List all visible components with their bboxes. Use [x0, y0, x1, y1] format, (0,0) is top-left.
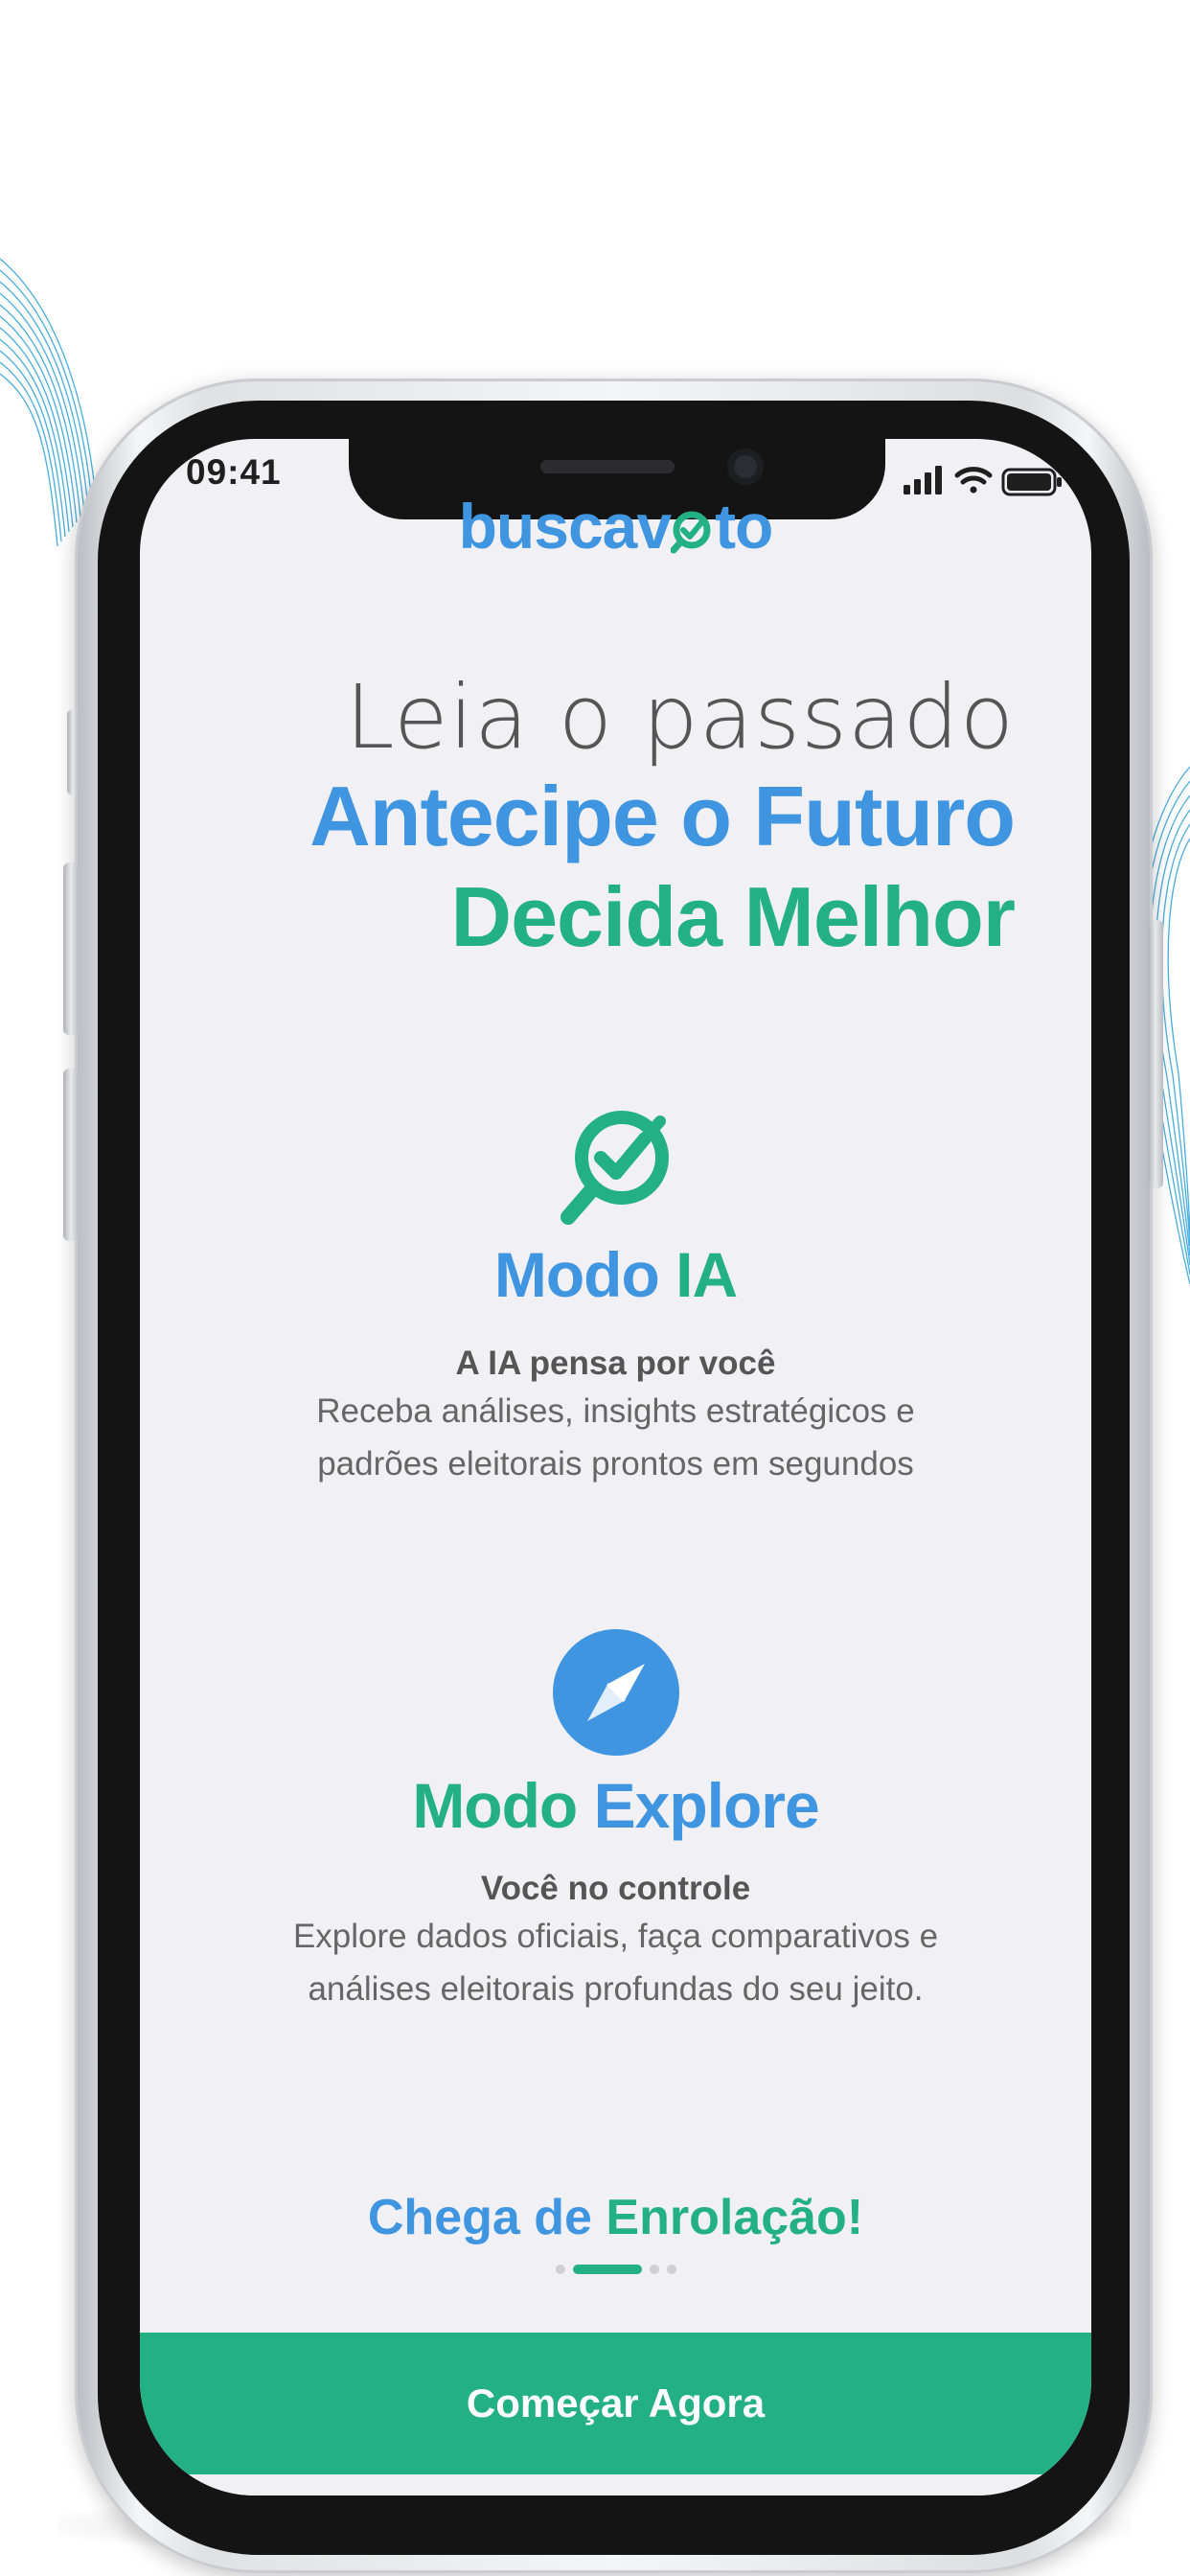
- mode-explore-description-line-1: Explore dados oficiais, faça comparativo…: [292, 1918, 939, 1955]
- phone-power-button: [1148, 920, 1163, 1188]
- hero-line-3: Decida Melhor: [450, 869, 1016, 964]
- hero-line-2: Antecipe o Futuro: [309, 769, 1016, 863]
- mode-explore-description-line-2: análises eleitorais profundas do seu jei…: [308, 1970, 924, 2008]
- mode-explore-section: Modo Explore Você no controle Explore da…: [140, 1627, 1091, 2015]
- phone-volume-down-button: [63, 1069, 79, 1241]
- compass-icon: [552, 1629, 679, 1756]
- tagline-part-1: Chega de: [367, 2190, 592, 2245]
- hero-line-1: Leia o passado: [345, 666, 1015, 769]
- page-dot[interactable]: [666, 2265, 676, 2274]
- mode-explore-title-word2: Explore: [593, 1770, 820, 1841]
- page-dot[interactable]: [649, 2265, 659, 2274]
- phone-volume-up-button: [63, 862, 79, 1035]
- status-icons: [904, 466, 1062, 496]
- tagline: Chega de Enrolação!: [140, 2193, 1091, 2242]
- phone-mute-switch: [67, 709, 79, 795]
- mode-ia-title-word1: Modo: [493, 1239, 660, 1310]
- status-time: 09:41: [186, 452, 282, 492]
- page-dot[interactable]: [555, 2265, 565, 2274]
- mode-ia-subtitle: A IA pensa por você: [455, 1345, 776, 1382]
- tagline-part-2: Enrolação!: [606, 2190, 864, 2245]
- front-camera: [727, 448, 764, 485]
- search-check-icon: [560, 1111, 669, 1225]
- mode-ia-title: Modo IA: [140, 1243, 1091, 1306]
- mode-explore-subtitle: Você no controle: [480, 1870, 751, 1907]
- mode-explore-title-word1: Modo: [412, 1770, 578, 1841]
- page-indicator: [140, 2263, 1091, 2276]
- logo-text-end: to: [715, 491, 773, 562]
- page-dot-active[interactable]: [572, 2265, 642, 2274]
- app-logo: buscav to: [140, 494, 1091, 559]
- home-indicator-area: [140, 2474, 1091, 2496]
- battery-icon: [1001, 468, 1062, 496]
- logo-check-icon: [671, 511, 711, 554]
- mode-ia-title-word2: IA: [675, 1239, 738, 1310]
- logo-text-start: buscav: [458, 491, 672, 562]
- start-now-button[interactable]: Começar Agora: [140, 2333, 1091, 2474]
- cellular-signal-icon: [904, 466, 942, 494]
- wifi-icon: [954, 467, 993, 494]
- earpiece-speaker: [540, 460, 675, 473]
- mode-ia-section: Modo IA A IA pensa por você Receba análi…: [140, 1100, 1091, 1490]
- mode-ia-description-line-2: padrões eleitorais prontos em segundos: [317, 1445, 914, 1483]
- app-screen: 09:41 buscav to Leia o passado Antecipe o…: [140, 439, 1091, 2496]
- mode-ia-description-line-1: Receba análises, insights estratégicos e: [316, 1392, 915, 1430]
- mode-explore-title: Modo Explore: [140, 1774, 1091, 1837]
